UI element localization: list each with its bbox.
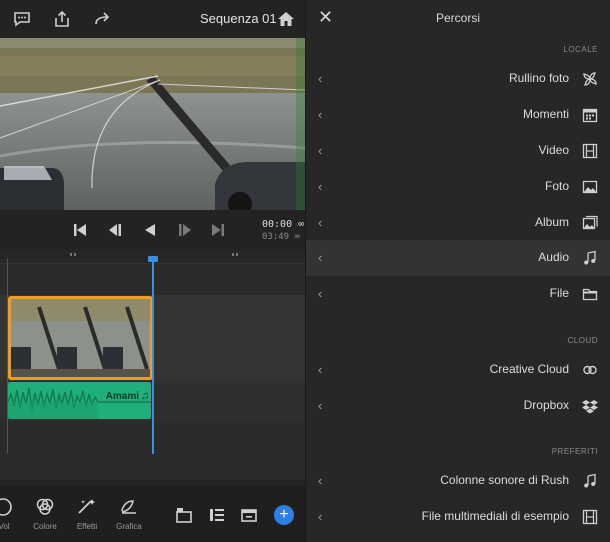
music-note-icon xyxy=(581,472,599,490)
creative-cloud-icon xyxy=(581,361,599,379)
film-icon xyxy=(581,508,599,526)
music-note-icon xyxy=(581,249,599,267)
photo-icon xyxy=(581,178,599,196)
comment-icon[interactable] xyxy=(12,9,32,29)
list-item-moments[interactable]: ‹ Momenti xyxy=(306,97,610,133)
play-reverse-icon[interactable] xyxy=(142,222,158,238)
chevron-left-icon: ‹ xyxy=(318,398,323,413)
timecode-total: 03:49 ∞ xyxy=(262,232,300,242)
list-item-video[interactable]: ‹ Video xyxy=(306,133,610,169)
skip-to-start-icon[interactable] xyxy=(72,222,88,238)
audio-clip[interactable]: Amami ♫ xyxy=(8,382,151,419)
color-icon[interactable] xyxy=(34,496,56,518)
editor-toolbar: Sequenza 01 xyxy=(0,0,305,38)
ruler-tick xyxy=(74,253,76,256)
section-label-cloud: CLOUD xyxy=(567,336,598,345)
list-item-dropbox[interactable]: ‹ Dropbox xyxy=(306,388,610,424)
ruler-tick xyxy=(236,253,238,256)
editor-pane: Sequenza 01 00:00 ∞ 03:49 ∞ Amami ♫ Vol … xyxy=(0,0,305,542)
chevron-left-icon: ‹ xyxy=(318,362,323,377)
album-icon xyxy=(581,214,599,232)
list-item-label: Album xyxy=(534,215,569,229)
list-item-label: Momenti xyxy=(522,107,569,121)
tool-label-color: Colore xyxy=(33,522,57,531)
chevron-left-icon: ‹ xyxy=(318,143,323,158)
redo-icon[interactable] xyxy=(92,9,112,29)
list-item-creative-cloud[interactable]: ‹ Creative Cloud xyxy=(306,352,610,388)
share-icon[interactable] xyxy=(52,9,72,29)
step-back-icon[interactable] xyxy=(107,222,123,238)
tool-label-volume: Vol xyxy=(0,522,10,531)
folder-icon xyxy=(581,285,599,303)
media-bin-icon[interactable] xyxy=(240,506,262,528)
list-item-files[interactable]: ‹ File xyxy=(306,276,610,312)
list-item-label: Audio xyxy=(538,250,569,264)
list-item-label: Creative Cloud xyxy=(489,362,569,376)
list-view-icon[interactable] xyxy=(208,506,230,528)
sequence-title[interactable]: Sequenza 01 xyxy=(200,11,277,26)
playhead[interactable] xyxy=(152,258,154,454)
list-item-album[interactable]: ‹ Album xyxy=(306,205,610,241)
timecode-current: 00:00 ∞ xyxy=(262,219,305,230)
list-item-sample-media[interactable]: ‹ File multimediali di esempio xyxy=(306,499,610,535)
timeline-edge xyxy=(7,258,8,454)
film-icon xyxy=(581,142,599,160)
section-label-favorites: PREFERITI xyxy=(551,447,598,456)
list-item-label: File multimediali di esempio xyxy=(421,509,569,523)
chevron-left-icon: ‹ xyxy=(318,107,323,122)
percorsi-panel: ✕ Percorsi LOCALE ‹ Rullino foto ‹ Momen… xyxy=(305,0,610,542)
music-note-icon: ♫ xyxy=(140,390,149,402)
storyboard-icon[interactable] xyxy=(175,506,197,528)
list-item-photos[interactable]: ‹ Foto xyxy=(306,169,610,205)
tool-label-graphics: Grafica xyxy=(116,522,142,531)
video-preview[interactable] xyxy=(0,38,305,210)
list-item-audio[interactable]: ‹ Audio xyxy=(306,240,610,276)
list-item-label: Colonne sonore di Rush xyxy=(440,473,569,487)
chevron-left-icon: ‹ xyxy=(318,509,323,524)
chevron-left-icon: ‹ xyxy=(318,286,323,301)
home-icon[interactable] xyxy=(276,9,296,29)
list-item-label: File xyxy=(549,286,569,300)
section-label-local: LOCALE xyxy=(563,45,598,54)
chevron-left-icon: ‹ xyxy=(318,179,323,194)
step-forward-icon[interactable] xyxy=(177,222,193,238)
ruler-tick xyxy=(70,253,72,256)
list-item-label: Dropbox xyxy=(523,398,569,412)
playhead-handle[interactable] xyxy=(148,256,158,262)
tool-label-effects: Effetti xyxy=(76,522,98,531)
dropbox-icon xyxy=(581,397,599,415)
effects-icon[interactable] xyxy=(76,496,98,518)
panel-header: ✕ Percorsi xyxy=(306,0,610,36)
graphics-icon[interactable] xyxy=(118,496,140,518)
calendar-icon xyxy=(581,106,599,124)
volume-icon[interactable] xyxy=(0,496,14,518)
panel-title: Percorsi xyxy=(436,11,481,25)
list-item-label: Video xyxy=(538,143,569,157)
add-media-button[interactable]: + xyxy=(274,505,294,525)
list-item-camera-roll[interactable]: ‹ Rullino foto xyxy=(306,61,610,97)
chevron-left-icon: ‹ xyxy=(318,473,323,488)
transport-controls xyxy=(0,210,305,250)
camera-roll-icon xyxy=(581,70,599,88)
chevron-left-icon: ‹ xyxy=(318,215,323,230)
list-item-rush-soundtracks[interactable]: ‹ Colonne sonore di Rush xyxy=(306,463,610,499)
list-item-label: Rullino foto xyxy=(508,71,569,85)
skip-to-end-icon[interactable] xyxy=(210,222,226,238)
chevron-left-icon: ‹ xyxy=(318,250,323,265)
list-item-label: Foto xyxy=(544,179,569,193)
audio-clip-label: Amami xyxy=(105,391,139,402)
ruler-tick xyxy=(232,253,234,256)
chevron-left-icon: ‹ xyxy=(318,71,323,86)
close-button[interactable]: ✕ xyxy=(318,8,333,26)
video-clip[interactable] xyxy=(8,296,153,380)
